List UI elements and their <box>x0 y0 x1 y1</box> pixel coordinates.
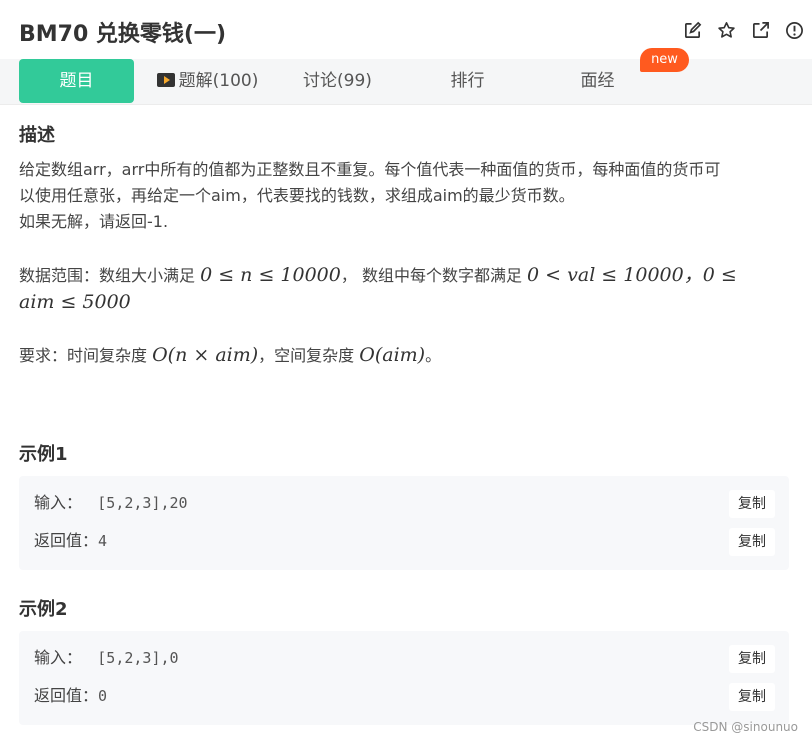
tab-ranking[interactable]: 排行 <box>410 59 525 104</box>
tab-problem[interactable]: 题目 <box>19 59 134 103</box>
edit-icon[interactable] <box>683 21 702 40</box>
copy-output-button[interactable]: 复制 <box>729 528 775 556</box>
copy-output-button[interactable]: 复制 <box>729 683 775 711</box>
math-expression: aim ≤ 5000 <box>19 291 131 313</box>
example-input-row: 输入： [5,2,3],20 <box>34 490 188 516</box>
input-value: [5,2,3],20 <box>97 494 188 512</box>
new-badge: new <box>640 48 689 72</box>
data-range-label: 数据范围：数组大小满足 <box>19 266 201 285</box>
description-line: 给定数组arr，arr中所有的值都为正整数且不重复。每个值代表一种面值的货币，每… <box>19 160 721 179</box>
math-expression: O(n × aim) <box>152 344 259 366</box>
problem-tabs: 题目 题解(100) 讨论(99) 排行 面经 <box>0 59 812 105</box>
info-icon[interactable] <box>785 21 804 40</box>
video-icon <box>156 73 175 87</box>
example-heading: 示例2 <box>19 599 68 620</box>
header-actions <box>683 21 804 40</box>
example-input-row: 输入： [5,2,3],0 <box>34 645 179 671</box>
tab-discussion[interactable]: 讨论(99) <box>280 59 395 104</box>
copy-input-button[interactable]: 复制 <box>729 645 775 673</box>
example-box: 输入： [5,2,3],0 复制 返回值：0 复制 <box>19 631 789 725</box>
tab-solutions[interactable]: 题解(100) <box>150 59 265 104</box>
description-heading: 描述 <box>19 125 55 146</box>
watermark: CSDN @sinounuo <box>693 720 798 734</box>
complexity-end: 。 <box>425 346 442 365</box>
math-expression: O(aim) <box>359 344 426 366</box>
example-heading: 示例1 <box>19 444 68 465</box>
input-label: 输入： <box>34 648 83 667</box>
tab-label: 面经 <box>580 71 615 91</box>
math-expression: 0 < val ≤ 10000，0 ≤ <box>527 264 737 286</box>
output-value: 0 <box>98 687 108 705</box>
complexity-line: 要求：时间复杂度 O(n × aim)，空间复杂度 O(aim)。 <box>19 342 441 369</box>
example-output-row: 返回值：0 <box>34 683 107 709</box>
output-value: 4 <box>98 532 108 550</box>
output-label: 返回值： <box>34 531 99 550</box>
tab-label: 题目 <box>59 71 94 91</box>
math-expression: 0 ≤ n ≤ 10000 <box>200 264 341 286</box>
tab-label: 题解(100) <box>178 71 259 91</box>
example-box: 输入： [5,2,3],20 复制 返回值：4 复制 <box>19 476 789 570</box>
input-value: [5,2,3],0 <box>97 649 179 667</box>
problem-header: BM70 兑换零钱(一) <box>0 0 812 60</box>
tab-label: 排行 <box>450 71 485 91</box>
example-output-row: 返回值：4 <box>34 528 107 554</box>
complexity-mid: ，空间复杂度 <box>258 346 360 365</box>
description-line: 如果无解，请返回-1. <box>19 212 169 231</box>
copy-input-button[interactable]: 复制 <box>729 490 775 518</box>
output-label: 返回值： <box>34 686 99 705</box>
data-range-line: 数据范围：数组大小满足 0 ≤ n ≤ 10000， 数组中每个数字都满足 0 … <box>19 262 737 289</box>
tab-label: 讨论(99) <box>303 71 372 91</box>
tab-interview[interactable]: 面经 <box>540 59 655 104</box>
data-range-line: aim ≤ 5000 <box>19 289 131 316</box>
open-external-icon[interactable] <box>751 21 770 40</box>
input-label: 输入： <box>34 493 83 512</box>
data-range-mid: ， 数组中每个数字都满足 <box>340 266 528 285</box>
problem-title: BM70 兑换零钱(一) <box>19 22 227 47</box>
description-line: 以使用任意张，再给定一个aim，代表要找的钱数，求组成aim的最少货币数。 <box>19 186 575 205</box>
star-icon[interactable] <box>717 21 736 40</box>
complexity-label: 要求：时间复杂度 <box>19 346 153 365</box>
